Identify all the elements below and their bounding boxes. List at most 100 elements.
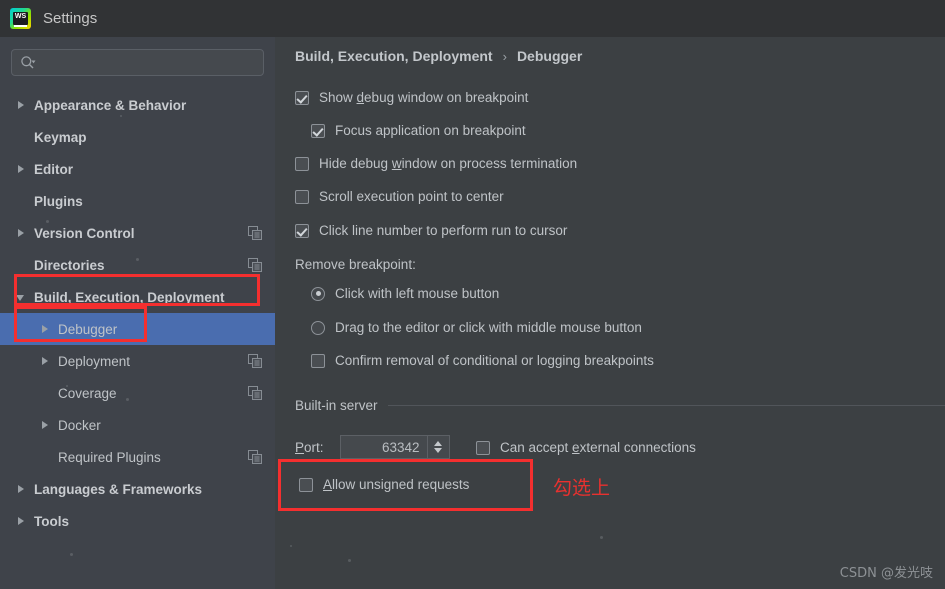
sidebar-item-label: Plugins <box>34 193 83 209</box>
focus-application-checkbox[interactable] <box>311 123 325 138</box>
noise-speck <box>136 258 139 261</box>
option-hide-debug-window[interactable]: Hide debug window on process termination <box>295 156 577 171</box>
sidebar-item-label: Build, Execution, Deployment <box>34 289 225 305</box>
sidebar-item-label: Directories <box>34 257 105 273</box>
sidebar-item-coverage[interactable]: Coverage <box>0 377 275 409</box>
option-can-accept-external[interactable]: Can accept external connections <box>476 440 696 455</box>
sidebar-item-directories[interactable]: Directories <box>0 249 275 281</box>
option-show-debug-window[interactable]: Show debug window on breakpoint <box>295 90 528 105</box>
option-confirm-removal[interactable]: Confirm removal of conditional or loggin… <box>311 353 654 368</box>
remove-breakpoint-title-label: Remove breakpoint: <box>295 257 416 272</box>
copy-icon[interactable] <box>248 226 262 240</box>
sidebar-item-languages-frameworks[interactable]: Languages & Frameworks <box>0 473 275 505</box>
breadcrumb-separator-icon: › <box>502 48 507 64</box>
search-icon <box>21 55 36 68</box>
sidebar-item-deployment[interactable]: Deployment <box>0 345 275 377</box>
copy-icon[interactable] <box>248 386 262 400</box>
builtin-server-title: Built-in server <box>295 398 378 413</box>
sidebar-item-tools[interactable]: Tools <box>0 505 275 537</box>
chevron-right-icon[interactable] <box>38 418 52 432</box>
settings-dialog: WS Settings Appearance & Behavior Keymap E… <box>0 0 945 589</box>
click-line-number-label: Click line number to perform run to curs… <box>319 223 568 238</box>
option-click-line-number[interactable]: Click line number to perform run to curs… <box>295 223 567 238</box>
webstorm-logo-text: WS <box>13 12 28 25</box>
option-focus-application[interactable]: Focus application on breakpoint <box>311 123 526 138</box>
port-input[interactable]: 63342 <box>339 435 428 459</box>
breadcrumb-parent[interactable]: Build, Execution, Deployment <box>295 48 493 64</box>
sidebar-item-label: Deployment <box>58 353 131 369</box>
option-allow-unsigned-requests[interactable]: Allow unsigned requests <box>299 477 469 492</box>
sidebar-item-label: Debugger <box>58 321 118 337</box>
annotation-note: 勾选上 <box>553 477 611 499</box>
copy-icon[interactable] <box>248 450 262 464</box>
chevron-right-icon[interactable] <box>38 322 52 336</box>
can-accept-external-label: Can accept external connections <box>500 440 696 455</box>
noise-speck <box>348 559 351 562</box>
sidebar-item-keymap[interactable]: Keymap <box>0 121 275 153</box>
option-scroll-execution-point[interactable]: Scroll execution point to center <box>295 189 504 204</box>
sidebar-item-debugger[interactable]: Debugger <box>0 313 275 345</box>
allow-unsigned-requests-checkbox[interactable] <box>299 477 313 492</box>
drag-to-editor-radio[interactable] <box>311 320 325 335</box>
allow-unsigned-requests-label: Allow unsigned requests <box>323 477 470 492</box>
sidebar-item-required-plugins[interactable]: Required Plugins <box>0 441 275 473</box>
copy-icon[interactable] <box>248 354 262 368</box>
sidebar-item-label: Docker <box>58 417 101 433</box>
chevron-right-icon[interactable] <box>14 482 28 496</box>
noise-speck <box>46 220 49 223</box>
sidebar-item-label: Coverage <box>58 385 117 401</box>
click-left-mouse-radio[interactable] <box>311 286 325 301</box>
copy-icon[interactable] <box>248 258 262 272</box>
watermark: CSDN @发光吱 <box>839 566 933 581</box>
show-debug-window-checkbox[interactable] <box>295 90 309 105</box>
sidebar-item-label: Editor <box>34 161 73 177</box>
search-input[interactable] <box>11 49 264 76</box>
port-row: Port: 63342 <box>295 435 450 459</box>
hide-debug-window-checkbox[interactable] <box>295 156 309 171</box>
confirm-removal-label: Confirm removal of conditional or loggin… <box>335 353 654 368</box>
sidebar-item-appearance-behavior[interactable]: Appearance & Behavior <box>0 89 275 121</box>
sidebar-item-label: Appearance & Behavior <box>34 97 187 113</box>
noise-speck <box>120 115 122 117</box>
title-bar: WS Settings <box>0 0 945 37</box>
noise-speck <box>66 385 68 387</box>
can-accept-external-checkbox[interactable] <box>476 440 490 455</box>
sidebar-item-editor[interactable]: Editor <box>0 153 275 185</box>
sidebar-item-label: Version Control <box>34 225 135 241</box>
focus-application-label: Focus application on breakpoint <box>335 123 526 138</box>
sidebar-item-plugins[interactable]: Plugins <box>0 185 275 217</box>
radio-click-left-mouse[interactable]: Click with left mouse button <box>311 286 499 301</box>
hide-debug-window-label: Hide debug window on process termination <box>319 156 578 171</box>
port-stepper[interactable] <box>427 435 450 459</box>
chevron-right-icon[interactable] <box>14 514 28 528</box>
noise-speck <box>126 398 129 401</box>
sidebar-item-label: Required Plugins <box>58 449 161 465</box>
breadcrumb-current: Debugger <box>516 48 583 64</box>
chevron-right-icon[interactable] <box>38 354 52 368</box>
webstorm-logo-icon: WS <box>10 8 31 29</box>
chevron-right-icon[interactable] <box>14 226 28 240</box>
section-divider <box>387 405 945 406</box>
webstorm-logo-bar <box>14 25 27 27</box>
scroll-execution-point-checkbox[interactable] <box>295 189 309 204</box>
chevron-down-icon[interactable] <box>14 290 28 304</box>
click-line-number-checkbox[interactable] <box>295 223 309 238</box>
sidebar-item-build-execution-deployment[interactable]: Build, Execution, Deployment <box>0 281 275 313</box>
sidebar-item-label: Tools <box>34 513 69 529</box>
builtin-server-section: Built-in server <box>295 398 945 413</box>
drag-to-editor-label: Drag to the editor or click with middle … <box>335 320 642 335</box>
port-label: Port: <box>295 439 324 455</box>
chevron-right-icon[interactable] <box>14 162 28 176</box>
scroll-execution-point-label: Scroll execution point to center <box>319 189 504 204</box>
chevron-right-icon[interactable] <box>14 98 28 112</box>
noise-speck <box>70 553 73 556</box>
noise-speck <box>600 536 603 539</box>
radio-drag-to-editor[interactable]: Drag to the editor or click with middle … <box>311 320 642 335</box>
sidebar-item-docker[interactable]: Docker <box>0 409 275 441</box>
sidebar-item-version-control[interactable]: Version Control <box>0 217 275 249</box>
confirm-removal-checkbox[interactable] <box>311 353 325 368</box>
